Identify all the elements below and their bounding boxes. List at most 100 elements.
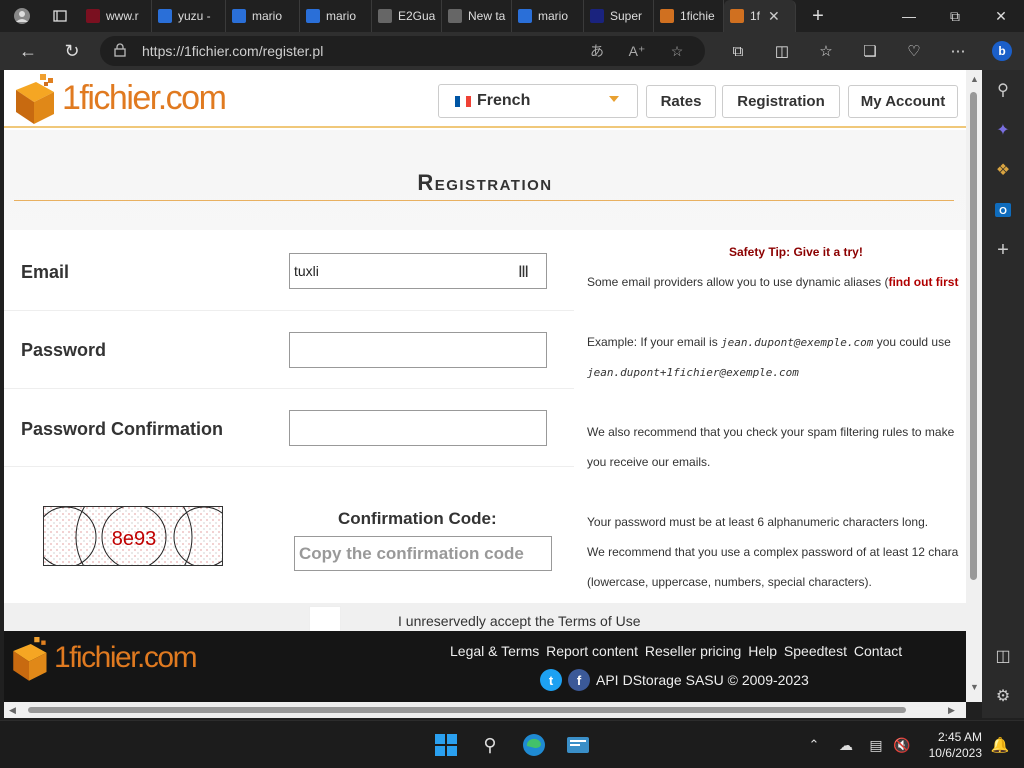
browser-tab[interactable]: New ta	[442, 0, 512, 32]
logo-text: 1fichier.com	[62, 78, 227, 117]
close-window-icon[interactable]: ✕	[978, 0, 1024, 32]
tab-label: mario	[538, 9, 569, 23]
tip-line-5: you receive our emails.	[587, 455, 711, 469]
clock-time: 2:45 AM	[937, 730, 982, 744]
tab-actions-icon[interactable]	[46, 2, 74, 30]
tray-chevron-icon[interactable]: ⌃	[798, 729, 830, 761]
browser-tab-strip: www.r yuzu - mario mario E2Gua New ta mario Sup…	[0, 0, 1024, 32]
browser-tab[interactable]: yuzu -	[152, 0, 226, 32]
lock-icon[interactable]	[114, 42, 128, 60]
notification-bell-icon[interactable]: 🔔	[984, 729, 1016, 761]
footer-logo[interactable]: 1fichier.com	[8, 635, 198, 681]
confirmation-code-input[interactable]: Copy the confirmation code	[294, 536, 552, 571]
footer-link-reseller[interactable]: Reseller pricing	[645, 643, 741, 659]
email-input-value: tuxli	[294, 263, 319, 279]
email-input[interactable]: tuxli Ⅲ	[289, 253, 547, 289]
edge-sidebar: ⚲ ✦ ❖ O + ◫ ⚙	[982, 70, 1024, 718]
footer-link-help[interactable]: Help	[748, 643, 777, 659]
find-out-link[interactable]: find out first	[888, 275, 958, 289]
read-aloud-icon[interactable]: A⁺	[617, 43, 657, 60]
horizontal-scroll-thumb[interactable]	[28, 707, 906, 713]
my-account-button[interactable]: My Account	[848, 85, 958, 118]
split-screen-icon[interactable]: ◫	[760, 35, 804, 67]
settings-more-icon[interactable]: ⋯	[936, 35, 980, 67]
footer-copyright[interactable]: DStorage SASU © 2009-2023	[623, 672, 809, 688]
sidebar-settings-icon[interactable]: ⚙	[982, 676, 1024, 716]
tip-line-1: Some email providers allow you to use dy…	[587, 275, 959, 289]
browser-tab[interactable]: mario	[512, 0, 584, 32]
taskbar-search-icon[interactable]: ⚲	[474, 729, 506, 761]
performance-icon[interactable]: ♡	[892, 35, 936, 67]
scroll-down-icon[interactable]: ▼	[970, 682, 979, 692]
tab-favicon-icon	[448, 9, 462, 23]
browser-tab[interactable]: 1f ✕	[724, 0, 796, 32]
tab-favicon-icon	[518, 9, 532, 23]
footer-link-contact[interactable]: Contact	[854, 643, 902, 659]
add-sidebar-icon[interactable]: +	[982, 230, 1024, 270]
terms-label[interactable]: I unreservedly accept the Terms of Use	[398, 613, 641, 629]
vertical-scroll-thumb[interactable]	[970, 92, 977, 580]
footer-logo-text: 1fichier.com	[54, 641, 198, 674]
new-tab-icon[interactable]: +	[804, 2, 832, 30]
edge-taskbar-icon[interactable]	[518, 729, 550, 761]
facebook-icon[interactable]: f	[568, 669, 590, 691]
registration-button[interactable]: Registration	[722, 85, 840, 118]
system-clock[interactable]: 2:45 AM 10/6/2023	[920, 729, 982, 761]
scroll-left-icon[interactable]: ◀	[9, 705, 16, 716]
footer-link-api[interactable]: API	[596, 672, 619, 688]
onedrive-icon[interactable]: ☁	[830, 729, 862, 761]
tools-icon[interactable]: ❖	[982, 150, 1024, 190]
app-taskbar-icon[interactable]	[562, 729, 594, 761]
terms-checkbox[interactable]	[309, 606, 341, 632]
browser-tab[interactable]: www.r	[80, 0, 152, 32]
twitter-icon[interactable]: t	[540, 669, 562, 691]
minimize-icon[interactable]: —	[886, 0, 932, 32]
browser-tab[interactable]: Super	[584, 0, 654, 32]
title-divider	[14, 200, 954, 201]
footer-link-speedtest[interactable]: Speedtest	[784, 643, 847, 659]
site-logo[interactable]: 1fichier.com	[10, 72, 227, 124]
tab-label: New ta	[468, 9, 506, 23]
clock-date: 10/6/2023	[928, 746, 982, 760]
translate-icon[interactable]: あ	[577, 41, 617, 61]
refresh-icon[interactable]: ↻	[54, 35, 90, 67]
footer-link-legal[interactable]: Legal & Terms	[450, 643, 539, 659]
tab-favicon-icon	[660, 9, 674, 23]
copilot-sidebar-icon[interactable]: ✦	[982, 110, 1024, 150]
browser-tab[interactable]: E2Gua	[372, 0, 442, 32]
sidebar-panel-icon[interactable]: ◫	[982, 636, 1024, 676]
vertical-scrollbar[interactable]: ▲ ▼	[966, 70, 982, 702]
scroll-up-icon[interactable]: ▲	[970, 74, 979, 84]
back-icon[interactable]: ←	[10, 35, 46, 67]
profile-icon[interactable]	[8, 2, 36, 30]
browser-tab[interactable]: mario	[300, 0, 372, 32]
horizontal-scrollbar[interactable]: ◀ ▶	[4, 702, 966, 718]
svg-text:b: b	[998, 44, 1005, 58]
browser-tab[interactable]: mario	[226, 0, 300, 32]
password-input[interactable]	[289, 332, 547, 368]
outlook-icon[interactable]: O	[982, 190, 1024, 230]
footer-link-report[interactable]: Report content	[546, 643, 638, 659]
collections-icon[interactable]: ❏	[848, 35, 892, 67]
address-bar[interactable]: https://1fichier.com/register.pl あ A⁺ ☆	[100, 36, 705, 66]
web-page: 1fichier.com French Rates Registration M…	[4, 70, 966, 702]
favorites-icon[interactable]: ☆	[804, 35, 848, 67]
volume-muted-icon[interactable]: 🔇	[886, 729, 918, 761]
restore-icon[interactable]: ⧉	[932, 0, 978, 32]
tab-label: Super	[610, 9, 643, 23]
extensions-icon[interactable]: ⧉	[716, 35, 760, 67]
start-icon[interactable]	[430, 729, 462, 761]
url-text[interactable]: https://1fichier.com/register.pl	[142, 43, 323, 59]
tab-close-icon[interactable]: ✕	[768, 8, 780, 25]
password-confirm-input[interactable]	[289, 410, 547, 446]
language-select[interactable]: French	[438, 84, 638, 118]
search-icon[interactable]: ⚲	[982, 70, 1024, 110]
rates-button[interactable]: Rates	[646, 85, 716, 118]
scroll-right-icon[interactable]: ▶	[948, 705, 955, 716]
language-value: French	[477, 92, 531, 109]
tab-favicon-icon	[378, 9, 392, 23]
browser-toolbar: ← ↻ https://1fichier.com/register.pl あ A…	[0, 32, 1024, 70]
favorite-star-icon[interactable]: ☆	[657, 43, 697, 60]
browser-tab[interactable]: 1fichie	[654, 0, 724, 32]
copilot-icon[interactable]: b	[980, 35, 1024, 67]
